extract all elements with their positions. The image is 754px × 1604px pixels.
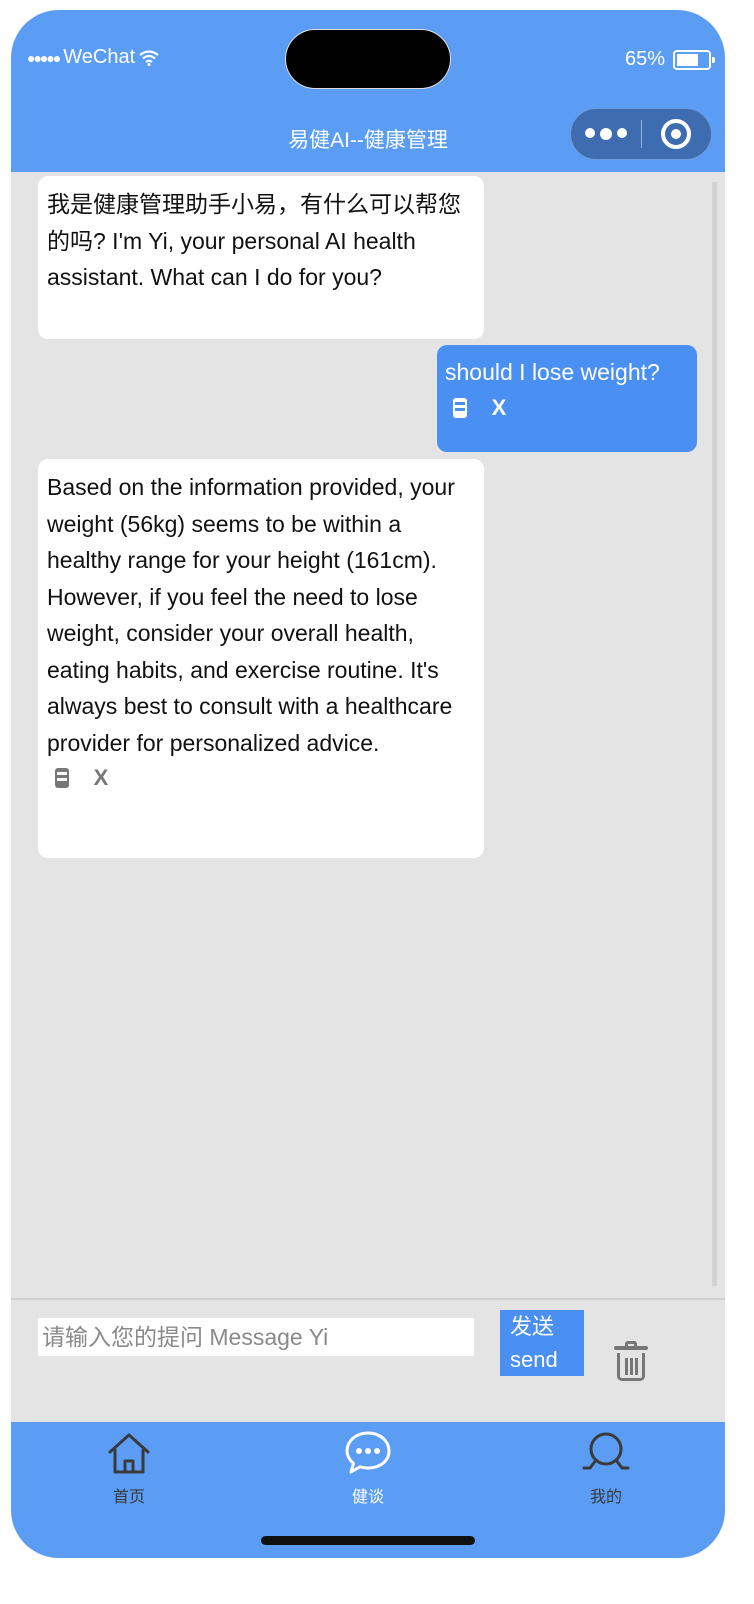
tab-profile[interactable]: 我的 bbox=[546, 1430, 666, 1507]
copy-icon[interactable] bbox=[55, 768, 69, 788]
phone-screen: ●●●●● WeChat 65% 易健AI--健康管理 我是健康管理助手小易，有… bbox=[11, 10, 725, 1558]
message-input-bar: 发送 send bbox=[11, 1298, 725, 1422]
signal-strength-icon: ●●●●● bbox=[27, 49, 61, 66]
delete-message-icon[interactable]: X bbox=[93, 767, 109, 789]
target-circle-icon bbox=[661, 119, 691, 149]
carrier-name: WeChat bbox=[63, 46, 136, 68]
send-label-en: send bbox=[510, 1347, 558, 1372]
message-input[interactable] bbox=[38, 1318, 474, 1356]
message-actions: X bbox=[55, 761, 475, 795]
home-indicator[interactable] bbox=[261, 1536, 475, 1545]
home-icon bbox=[108, 1433, 150, 1474]
close-miniprogram-button[interactable] bbox=[642, 119, 710, 149]
send-label-cn: 发送 bbox=[510, 1314, 555, 1339]
more-dot-icon bbox=[600, 128, 612, 140]
delete-message-icon[interactable]: X bbox=[491, 396, 507, 419]
dynamic-island bbox=[286, 30, 450, 88]
message-text: 我是健康管理助手小易，有什么可以帮您的吗? I'm Yi, your perso… bbox=[47, 191, 461, 290]
tab-label: 首页 bbox=[112, 1489, 145, 1506]
message-text: should I lose weight? bbox=[445, 359, 660, 385]
copy-icon[interactable] bbox=[453, 397, 467, 418]
status-bar: ●●●●● WeChat 65% bbox=[11, 10, 725, 100]
battery-icon bbox=[673, 49, 715, 70]
user-message: should I lose weight? X bbox=[437, 345, 697, 452]
navigation-bar: 易健AI--健康管理 bbox=[11, 100, 725, 172]
more-dot-icon bbox=[585, 128, 595, 138]
clear-chat-trash-icon[interactable] bbox=[614, 1341, 648, 1382]
battery-status: 65% bbox=[624, 48, 715, 71]
tab-label: 健谈 bbox=[351, 1489, 384, 1506]
tab-home[interactable]: 首页 bbox=[69, 1430, 189, 1507]
wifi-icon bbox=[139, 49, 159, 66]
miniprogram-capsule bbox=[570, 108, 712, 160]
tab-chat[interactable]: 健谈 bbox=[308, 1430, 428, 1507]
bottom-tab-bar: 首页 健谈 我的 bbox=[11, 1422, 725, 1558]
battery-percent: 65% bbox=[624, 48, 665, 70]
chat-scrollbar[interactable] bbox=[712, 182, 717, 1286]
send-button[interactable]: 发送 send bbox=[500, 1310, 584, 1376]
carrier-info: ●●●●● WeChat bbox=[27, 46, 159, 69]
assistant-message: 我是健康管理助手小易，有什么可以帮您的吗? I'm Yi, your perso… bbox=[38, 176, 484, 339]
chat-area[interactable]: 我是健康管理助手小易，有什么可以帮您的吗? I'm Yi, your perso… bbox=[11, 172, 725, 1298]
more-options-button[interactable] bbox=[571, 128, 641, 140]
profile-icon bbox=[582, 1432, 630, 1470]
chat-icon bbox=[345, 1431, 391, 1474]
more-dot-icon bbox=[617, 128, 627, 138]
message-actions: X bbox=[453, 391, 689, 425]
assistant-message: Based on the information provided, your … bbox=[38, 459, 484, 858]
message-text: Based on the information provided, your … bbox=[47, 474, 455, 756]
tab-label: 我的 bbox=[589, 1489, 622, 1506]
